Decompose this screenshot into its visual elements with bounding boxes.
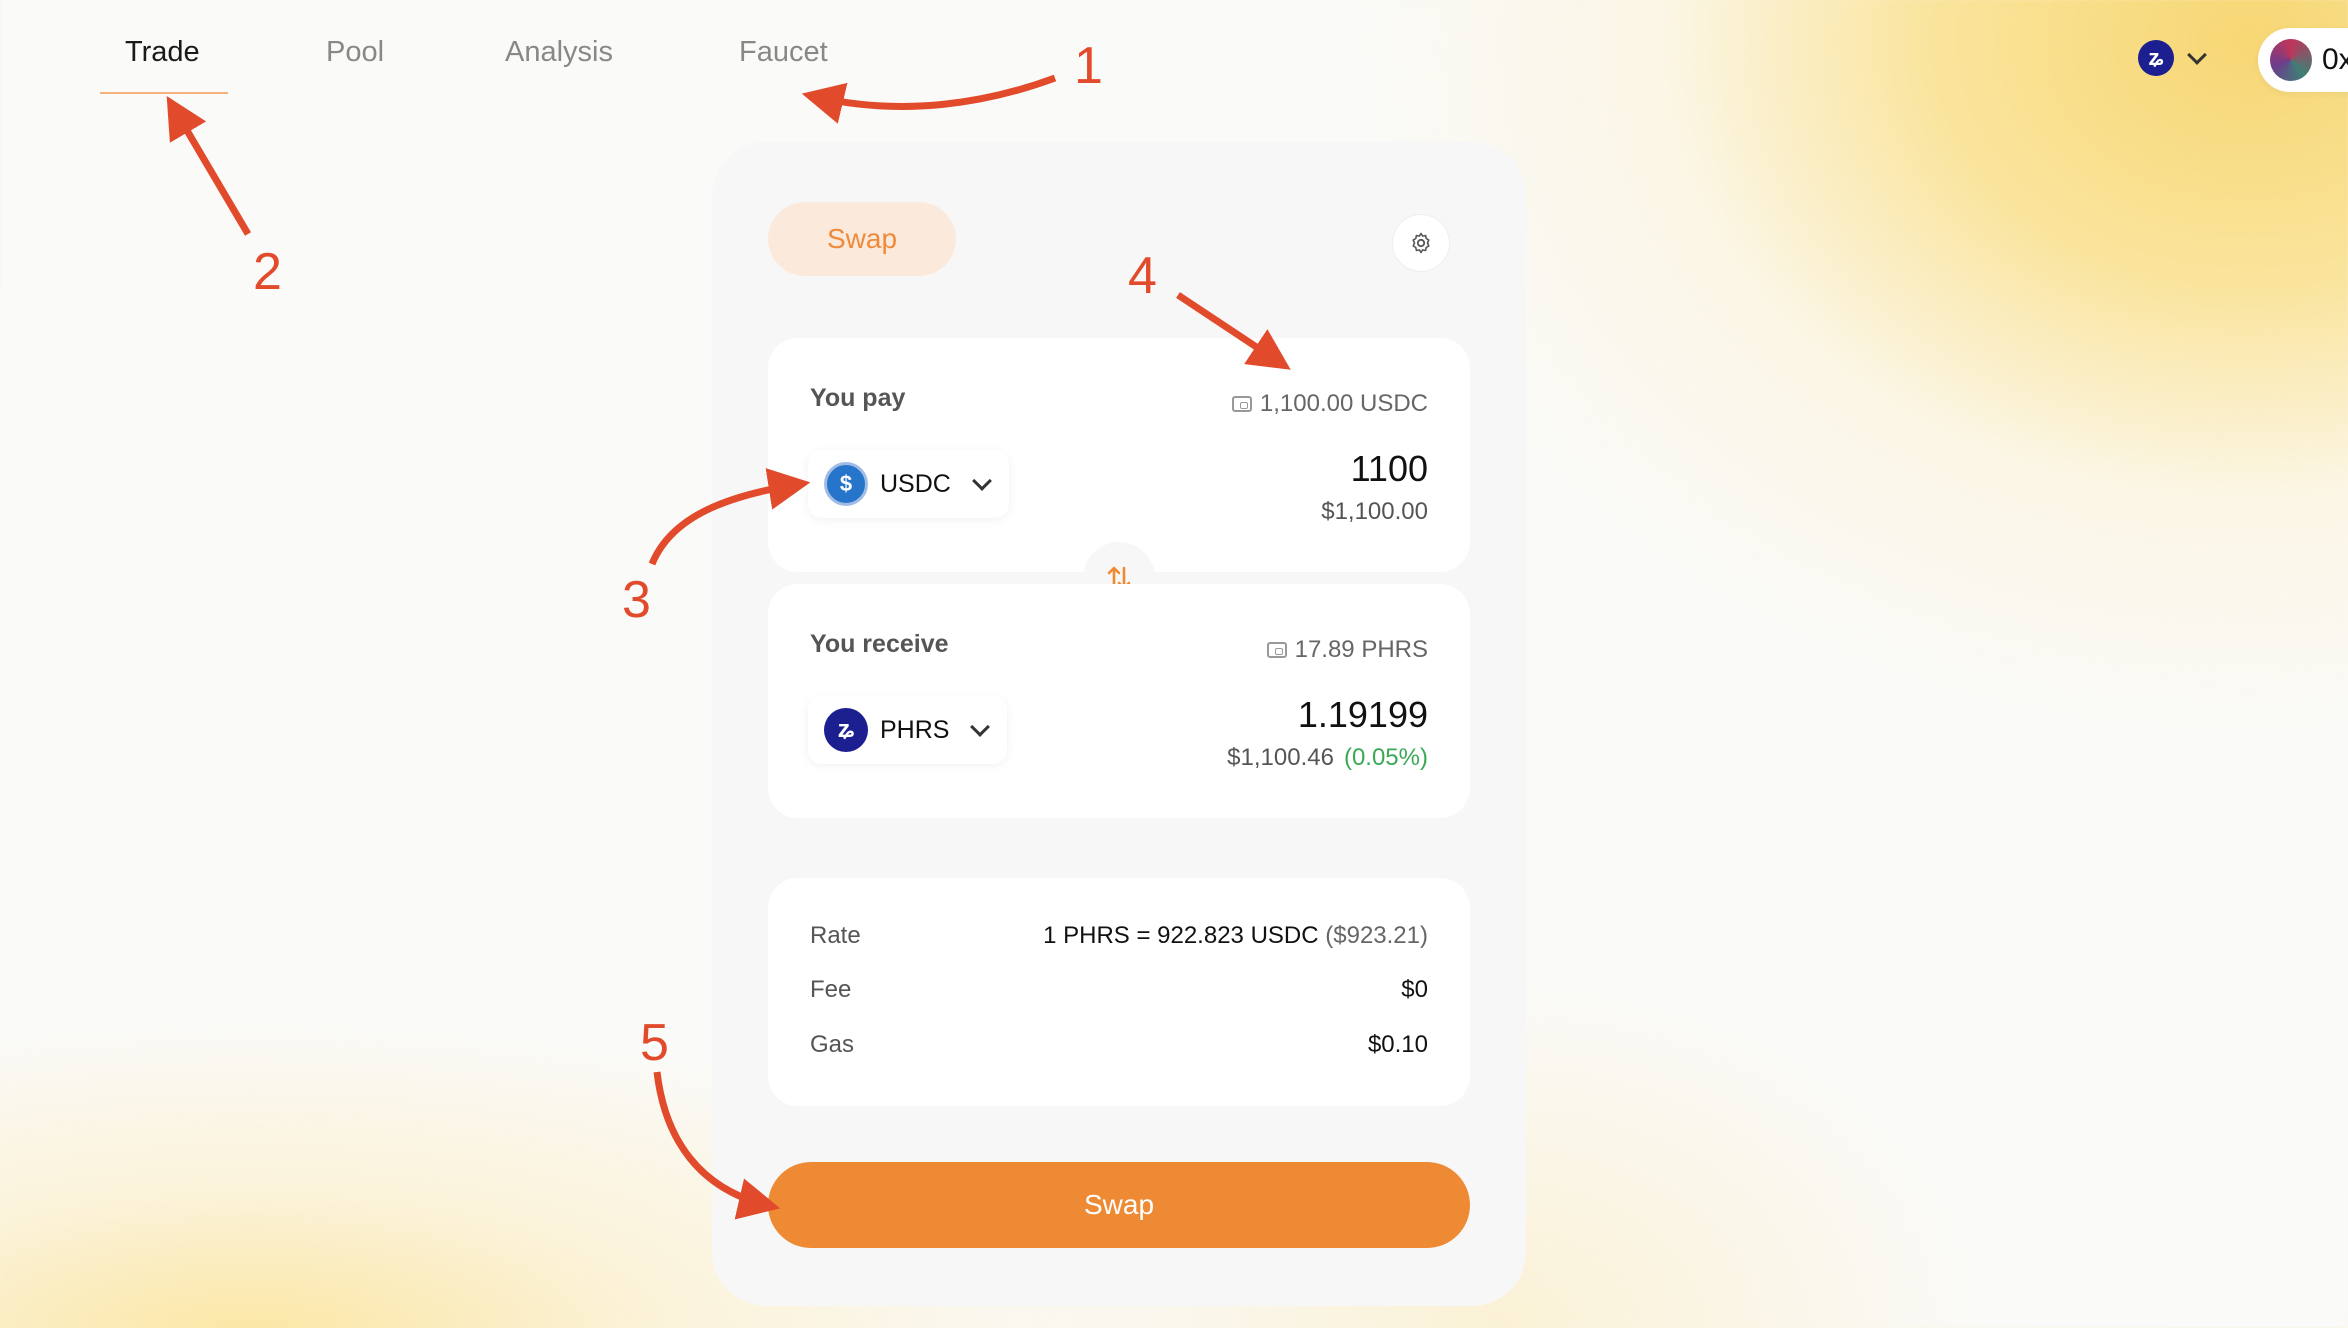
fee-label: Fee: [810, 976, 852, 1003]
receive-amount: 1.19199: [1297, 694, 1428, 735]
fee-row: Fee $0: [810, 976, 1428, 1004]
gear-icon: [1412, 232, 1430, 254]
chain-selector[interactable]: ʑ: [2138, 40, 2207, 76]
gas-value: $0.10: [1367, 1031, 1428, 1058]
tab-swap[interactable]: Swap: [768, 202, 956, 276]
receive-panel: You receive 17.89 PHRS ʑ PHRS 1.19199 $1…: [768, 584, 1470, 818]
price-impact: (0.05%): [1343, 744, 1428, 771]
rate-row: Rate 1 PHRS = 922.823 USDC ($923.21): [810, 922, 1428, 950]
pay-balance-value: 1,100.00 USDC: [1259, 390, 1428, 417]
annotation-5: 5: [640, 1014, 669, 1072]
wallet-button[interactable]: 0x: [2258, 28, 2348, 92]
annotation-2: 2: [253, 243, 282, 301]
nav-active-underline: [100, 92, 228, 94]
annotation-4: 4: [1128, 247, 1157, 305]
details-panel: Rate 1 PHRS = 922.823 USDC ($923.21) Fee…: [768, 878, 1470, 1106]
receive-balance: 17.89 PHRS: [1266, 636, 1428, 664]
wallet-icon: [1231, 396, 1252, 412]
pay-token-select[interactable]: $ USDC: [808, 450, 1009, 518]
rate-usd: ($923.21): [1325, 922, 1428, 949]
swap-card: Swap You pay 1,100.00 USDC $ USDC 1100 $…: [712, 142, 1526, 1306]
annotation-3: 3: [622, 571, 651, 629]
arrow-2: [166, 95, 252, 236]
pay-token-symbol: USDC: [880, 469, 951, 498]
chevron-down-icon: [970, 717, 991, 737]
pay-panel: You pay 1,100.00 USDC $ USDC 1100 $1,100…: [768, 338, 1470, 572]
nav-trade[interactable]: Trade: [125, 36, 200, 69]
rate-value: 1 PHRS = 922.823 USDC: [1043, 922, 1319, 949]
gas-row: Gas $0.10: [810, 1031, 1428, 1059]
pay-amount-input[interactable]: 1100: [1351, 448, 1428, 490]
rate-value-wrap: 1 PHRS = 922.823 USDC ($923.21): [1043, 922, 1428, 950]
phrs-logo-icon: ʑ: [824, 708, 868, 752]
chevron-down-icon: [971, 471, 992, 491]
pharos-logo-icon: ʑ: [2138, 40, 2174, 76]
receive-token-symbol: PHRS: [880, 715, 950, 744]
wallet-icon: [1266, 642, 1287, 658]
receive-usd-value: $1,100.46: [1227, 744, 1334, 771]
swap-button[interactable]: Swap: [768, 1162, 1470, 1248]
nav-analysis[interactable]: Analysis: [505, 36, 613, 69]
pay-usd-value: $1,100.00: [1321, 498, 1428, 525]
chevron-down-icon: [2187, 45, 2207, 65]
pay-label: You pay: [810, 384, 906, 412]
pay-balance: 1,100.00 USDC: [1231, 390, 1428, 418]
receive-balance-value: 17.89 PHRS: [1294, 636, 1428, 663]
gas-label: Gas: [810, 1031, 855, 1058]
receive-token-select[interactable]: ʑ PHRS: [808, 696, 1008, 764]
receive-label: You receive: [810, 630, 949, 658]
avatar: [2270, 39, 2312, 81]
nav-pool[interactable]: Pool: [326, 36, 384, 69]
rate-label: Rate: [810, 922, 861, 949]
nav-faucet[interactable]: Faucet: [739, 36, 828, 69]
arrow-1: [801, 74, 1057, 124]
settings-button[interactable]: [1392, 214, 1450, 272]
usdc-logo-icon: $: [824, 462, 868, 506]
receive-usd-row: $1,100.46 (0.05%): [1227, 744, 1428, 772]
fee-value: $0: [1401, 976, 1428, 1003]
wallet-address: 0x: [2322, 43, 2348, 76]
annotation-1: 1: [1074, 37, 1103, 95]
